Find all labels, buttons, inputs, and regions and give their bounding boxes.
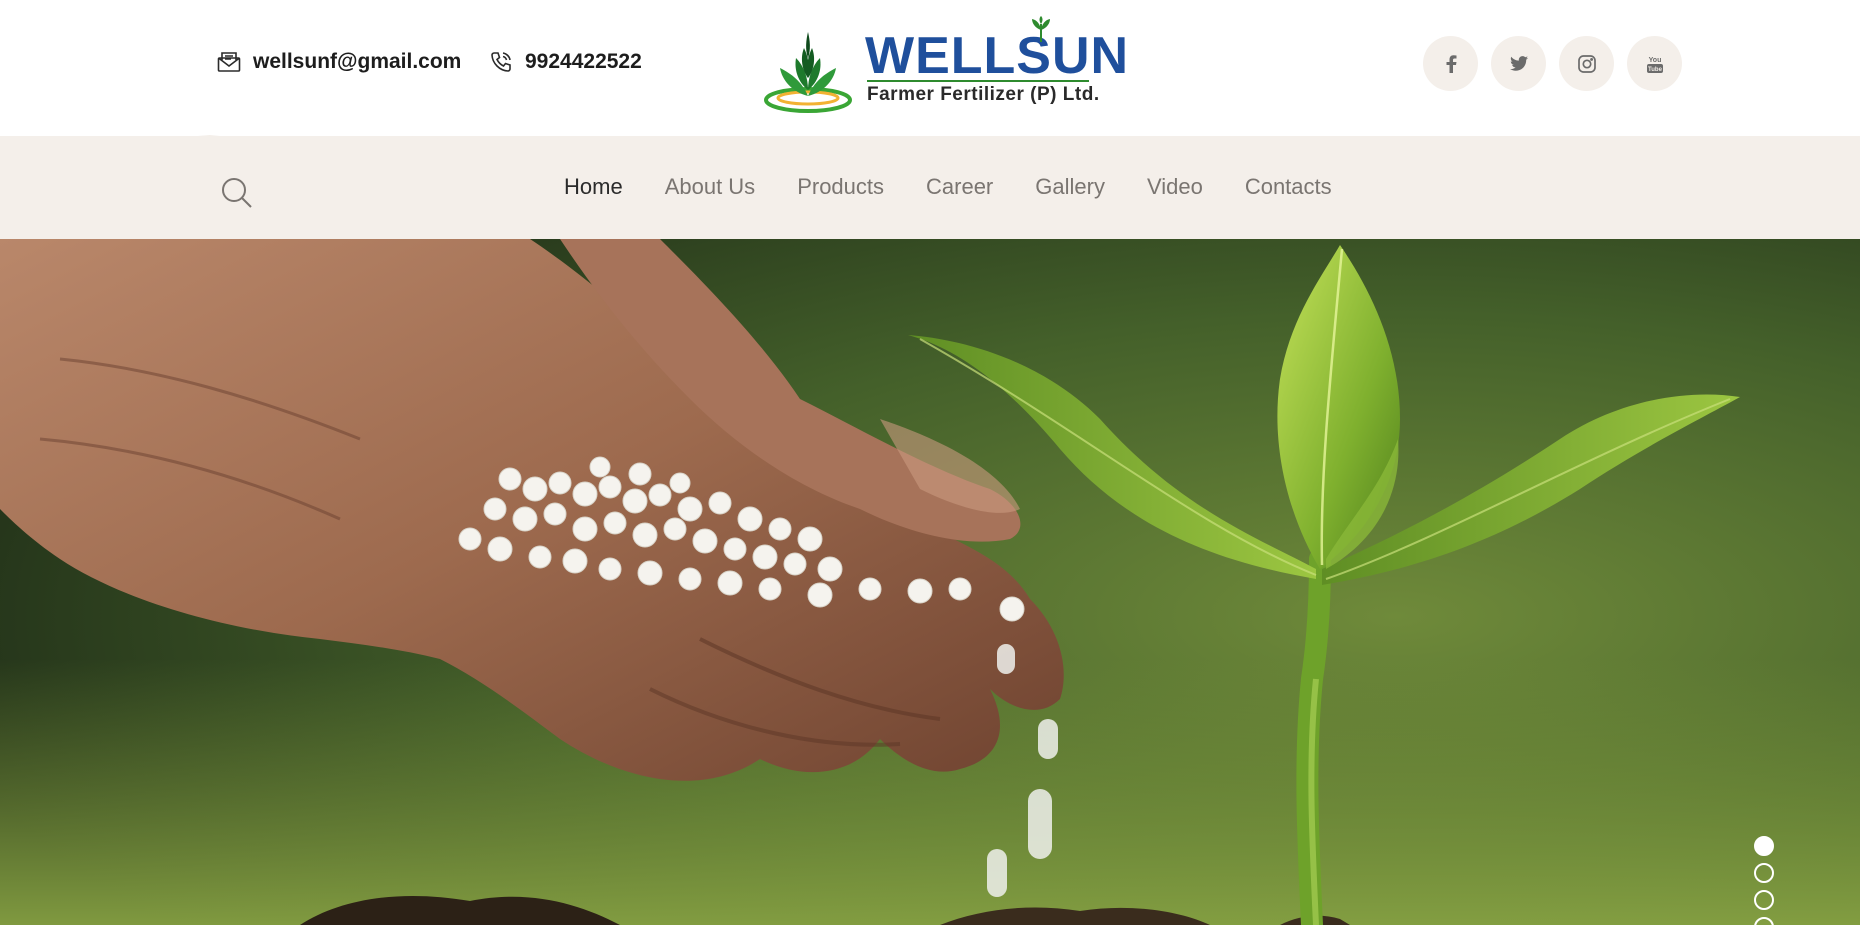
phone-text[interactable]: 9924422522 <box>525 50 642 74</box>
nav-item-contacts[interactable]: Contacts <box>1245 174 1332 200</box>
nav-item-gallery[interactable]: Gallery <box>1035 174 1105 200</box>
facebook-icon[interactable] <box>1423 36 1478 91</box>
youtube-icon[interactable]: You Tube <box>1627 36 1682 91</box>
slide-dot-1[interactable] <box>1754 836 1774 856</box>
nav-item-video[interactable]: Video <box>1147 174 1203 200</box>
hero-slider[interactable] <box>0 239 1860 925</box>
logo-divider <box>867 80 1089 82</box>
main-menu: Home About Us Products Career Gallery Vi… <box>564 174 1332 200</box>
phone-icon <box>489 50 513 74</box>
slide-dot-3[interactable] <box>1754 890 1774 910</box>
social-links: You Tube <box>1423 36 1682 91</box>
logo-wordmark: WELLSUN <box>865 27 1130 85</box>
torn-paper-edge <box>0 135 1860 152</box>
phone-contact[interactable]: 9924422522 <box>489 50 642 74</box>
nav-item-career[interactable]: Career <box>926 174 993 200</box>
leaf-logo-icon <box>764 32 852 113</box>
nav-item-home[interactable]: Home <box>564 174 623 200</box>
slide-dot-2[interactable] <box>1754 863 1774 883</box>
email-contact[interactable]: wellsunf@gmail.com <box>217 50 461 74</box>
nav-item-about-us[interactable]: About Us <box>665 174 756 200</box>
envelope-icon <box>217 51 241 73</box>
svg-text:Tube: Tube <box>1648 67 1663 73</box>
instagram-icon[interactable] <box>1559 36 1614 91</box>
search-icon[interactable] <box>220 176 254 210</box>
hero-image <box>0 239 1860 925</box>
slider-pagination <box>1754 836 1774 925</box>
logo-sprout-icon <box>1032 16 1050 42</box>
svg-text:You: You <box>1648 57 1661 64</box>
email-text[interactable]: wellsunf@gmail.com <box>253 50 461 74</box>
company-logo[interactable]: WELLSUN Farmer Fertilizer (P) Ltd. <box>762 14 1128 114</box>
logo-tagline: Farmer Fertilizer (P) Ltd. <box>867 84 1100 105</box>
twitter-icon[interactable] <box>1491 36 1546 91</box>
nav-item-products[interactable]: Products <box>797 174 884 200</box>
slide-dot-4[interactable] <box>1754 917 1774 925</box>
